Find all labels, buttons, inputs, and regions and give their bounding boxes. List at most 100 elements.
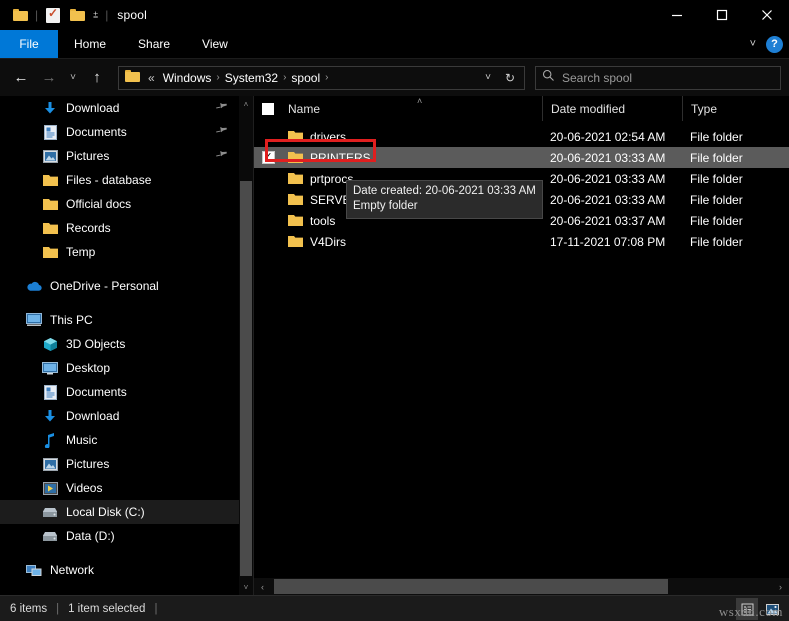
sidebar-scroll-thumb[interactable]: [240, 181, 252, 576]
file-name-label: PRINTERS: [310, 150, 371, 165]
column-header-date-modified[interactable]: Date modified: [542, 96, 682, 121]
scroll-left-icon[interactable]: ‹: [254, 578, 271, 595]
properties-icon[interactable]: [41, 3, 65, 27]
scroll-right-icon[interactable]: ›: [772, 578, 789, 595]
sidebar-item-desktop[interactable]: Desktop: [0, 356, 239, 380]
breadcrumb-overflow[interactable]: «: [145, 71, 158, 85]
minimize-button[interactable]: [654, 0, 699, 30]
checkbox-checked-icon[interactable]: ✓: [261, 151, 275, 164]
pin-icon[interactable]: [213, 123, 230, 141]
address-folder-icon: [125, 69, 140, 87]
sidebar-item-3d-objects[interactable]: 3D Objects: [0, 332, 239, 356]
pin-icon[interactable]: [213, 147, 230, 165]
sidebar-item-official-docs[interactable]: Official docs: [0, 192, 239, 216]
tab-view[interactable]: View: [186, 30, 244, 58]
sidebar-item-pictures[interactable]: Pictures: [0, 452, 239, 476]
sidebar-item-label: This PC: [50, 313, 93, 327]
sidebar-item-music[interactable]: Music: [0, 428, 239, 452]
pin-icon[interactable]: [213, 99, 230, 117]
up-button[interactable]: ↑: [84, 65, 110, 91]
cell-type: File folder: [690, 150, 743, 165]
sidebar-item-download[interactable]: Download: [0, 96, 239, 120]
tab-home[interactable]: Home: [58, 30, 122, 58]
folder-icon[interactable]: [8, 3, 32, 27]
horizontal-scroll-track[interactable]: [271, 579, 772, 594]
file-list-pane: Name ˄ Date modified Type drivers 20-06-2…: [254, 96, 789, 595]
sidebar-item-download[interactable]: Download: [0, 404, 239, 428]
sidebar-item-pictures[interactable]: Pictures: [0, 144, 239, 168]
table-row[interactable]: ✓ PRINTERS 20-06-2021 03:33 AM File folder: [254, 147, 789, 168]
cell-date-modified: 20-06-2021 03:33 AM: [550, 171, 666, 186]
sidebar-item-local-disk-c[interactable]: Local Disk (C:): [0, 500, 239, 524]
maximize-button[interactable]: [699, 0, 744, 30]
search-input[interactable]: Search spool: [562, 71, 632, 85]
breadcrumb-separator-1[interactable]: ›: [216, 72, 219, 83]
breadcrumb-separator-2[interactable]: ›: [283, 72, 286, 83]
cell-type: File folder: [690, 171, 743, 186]
address-bar[interactable]: « Windows › System32 › spool › ˅ ↻: [118, 65, 525, 90]
sidebar-item-documents[interactable]: Documents: [0, 120, 239, 144]
watermark: wsxdn.com: [718, 604, 783, 619]
row-checkbox[interactable]: ✓: [254, 151, 282, 164]
folder-icon: [42, 220, 58, 236]
expand-ribbon-icon[interactable]: ˅: [750, 38, 756, 50]
horizontal-scrollbar[interactable]: ‹ ›: [254, 578, 789, 595]
sidebar-item-this-pc[interactable]: This PC: [0, 308, 239, 332]
sidebar-item-records[interactable]: Records: [0, 216, 239, 240]
back-button[interactable]: ←: [8, 65, 34, 91]
sidebar-item-onedrive-personal[interactable]: OneDrive - Personal: [0, 274, 239, 298]
status-item-count: 6 items: [10, 602, 48, 615]
breadcrumb-windows[interactable]: Windows: [160, 71, 215, 85]
breadcrumb-system32[interactable]: System32: [222, 71, 281, 85]
status-separator-2: |: [154, 602, 158, 615]
sidebar-scroll-down-icon[interactable]: ˅: [239, 579, 253, 595]
new-folder-icon[interactable]: [65, 3, 89, 27]
cell-name[interactable]: V4Dirs: [282, 235, 542, 249]
sidebar-item-videos[interactable]: Videos: [0, 476, 239, 500]
download-arrow-icon: [42, 100, 58, 116]
table-row[interactable]: drivers 20-06-2021 02:54 AM File folder: [254, 126, 789, 147]
tab-file[interactable]: File: [0, 30, 58, 58]
column-header-type[interactable]: Type: [682, 96, 782, 121]
sidebar-item-temp[interactable]: Temp: [0, 240, 239, 264]
navigation-bar: ← → ˅ ↑ « Windows › System32 › spool › ˅…: [0, 58, 789, 96]
refresh-icon[interactable]: ↻: [500, 71, 520, 85]
table-row[interactable]: V4Dirs 17-11-2021 07:08 PM File folder: [254, 231, 789, 252]
select-all-checkbox[interactable]: [254, 96, 282, 121]
videos-icon: [42, 480, 58, 496]
sidebar-item-documents[interactable]: Documents: [0, 380, 239, 404]
cell-name[interactable]: drivers: [282, 130, 542, 144]
sidebar-scrollbar[interactable]: ˄ ˅: [239, 96, 253, 595]
help-button[interactable]: ?: [766, 35, 783, 53]
tab-share[interactable]: Share: [122, 30, 186, 58]
sidebar-scroll-up-icon[interactable]: ˄: [239, 96, 253, 112]
forward-button[interactable]: →: [36, 65, 62, 91]
breadcrumb-spool[interactable]: spool: [288, 71, 323, 85]
cell-date-modified: 20-06-2021 03:37 AM: [550, 213, 666, 228]
cell-name[interactable]: PRINTERS: [282, 151, 542, 165]
sidebar-item-label: Documents: [66, 385, 127, 399]
cell-date-modified: 17-11-2021 07:08 PM: [550, 234, 666, 249]
sidebar-item-label: Pictures: [66, 149, 110, 163]
file-name-label: tools: [310, 213, 336, 228]
sidebar-item-network[interactable]: Network: [0, 558, 239, 582]
folder-icon: [288, 193, 303, 206]
recent-locations-button[interactable]: ˅: [64, 65, 82, 91]
column-header-name[interactable]: Name ˄: [282, 96, 542, 121]
file-name-label: V4Dirs: [310, 234, 347, 249]
sidebar-item-data-d[interactable]: Data (D:): [0, 524, 239, 548]
sidebar-item-files-database[interactable]: Files - database: [0, 168, 239, 192]
breadcrumb-separator-3[interactable]: ›: [325, 72, 328, 83]
status-separator-1: |: [56, 602, 60, 615]
cell-date-modified: 20-06-2021 03:33 AM: [550, 150, 666, 165]
search-box[interactable]: Search spool: [535, 65, 781, 90]
close-button[interactable]: [744, 0, 789, 30]
search-icon: [542, 69, 555, 87]
chevron-down-icon[interactable]: ⩲: [89, 10, 102, 21]
document-icon: [42, 124, 58, 140]
address-history-icon[interactable]: ˅: [478, 72, 498, 83]
horizontal-scroll-thumb[interactable]: [274, 579, 668, 594]
